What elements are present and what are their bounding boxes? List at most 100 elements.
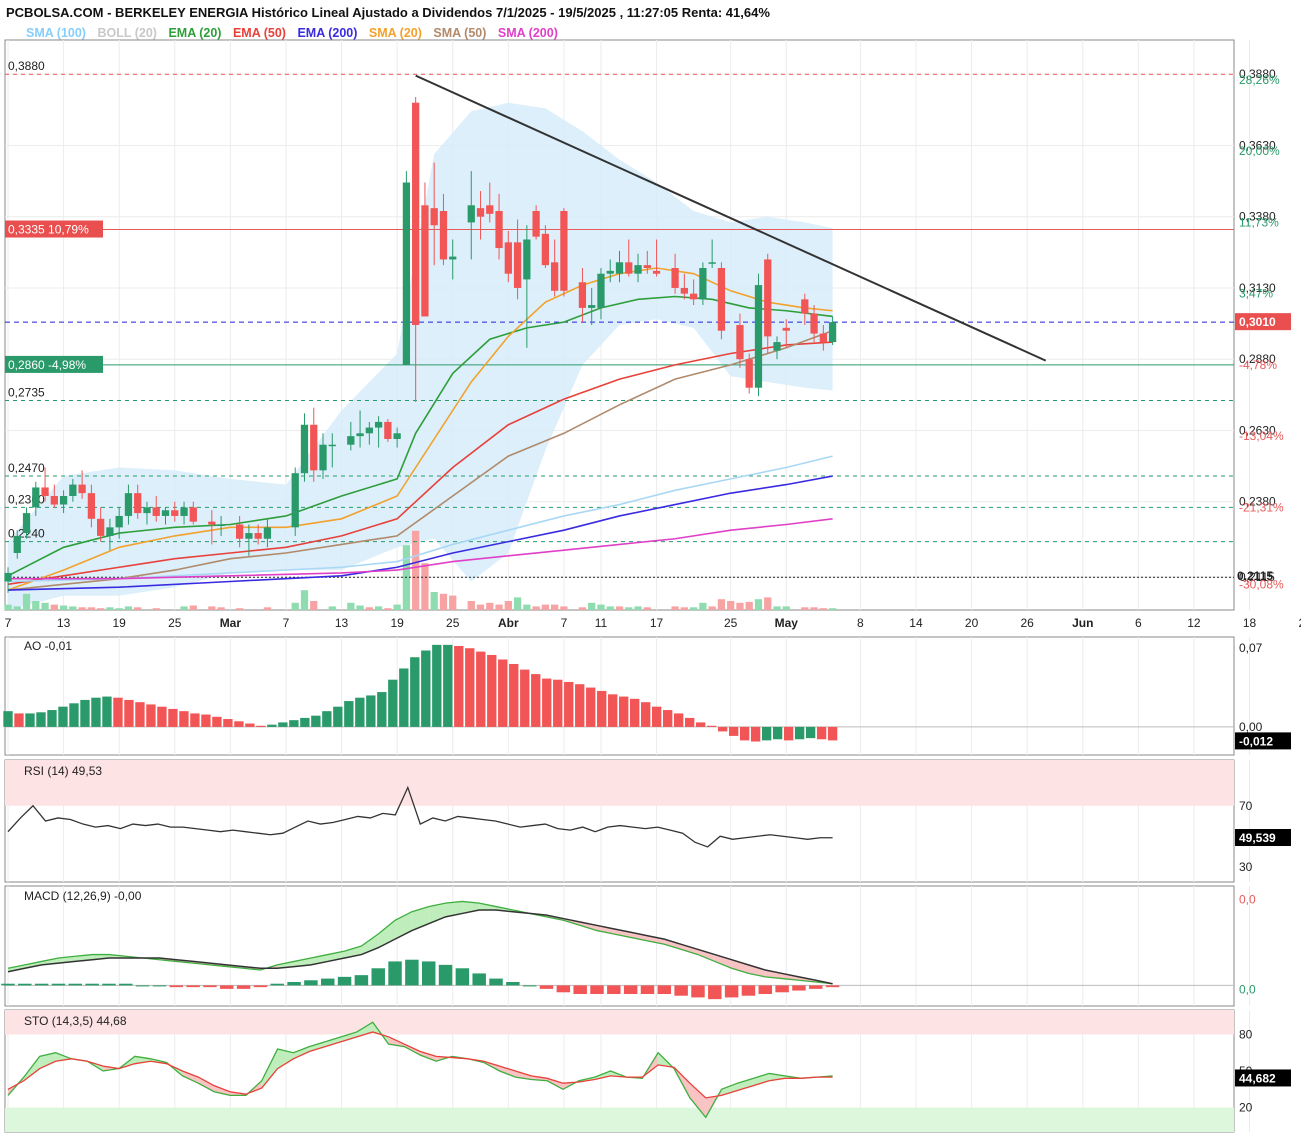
macd-histogram-bar — [354, 975, 369, 986]
candle-up — [588, 305, 596, 308]
chart-root: PCBOLSA.COM - BERKELEY ENERGIA Histórico… — [0, 0, 1301, 1138]
candle-down — [439, 211, 448, 260]
ao-bar — [454, 645, 464, 727]
ao-bar — [652, 706, 662, 727]
candle-down — [680, 287, 688, 294]
macd-histogram-bar — [421, 961, 436, 986]
volume-bar-up — [69, 606, 77, 610]
price-axis-pct-label: 3,47% — [1239, 287, 1273, 301]
macd-histogram-bar — [253, 985, 268, 988]
x-axis-tick-label: Abr — [498, 616, 519, 630]
volume-bar-up — [606, 606, 614, 610]
volume-bar-up — [625, 607, 633, 610]
candle-down — [625, 262, 633, 274]
x-axis-tick-label: 11 — [595, 616, 608, 630]
ao-bar — [531, 674, 541, 727]
volume-bar-up — [588, 602, 596, 610]
volume-bar-down — [134, 607, 142, 610]
macd-histogram-bar — [640, 985, 655, 994]
candle-up — [319, 444, 327, 471]
x-axis-tick-label: 25 — [168, 616, 182, 630]
ao-bar — [201, 714, 211, 727]
volume-bar-down — [217, 607, 225, 610]
candle-down — [745, 359, 753, 388]
x-axis-tick-label: 26 — [1020, 616, 1034, 630]
candle-down — [87, 493, 96, 519]
candle-down — [486, 205, 494, 214]
macd-histogram-bar — [438, 964, 453, 986]
macd-histogram-bar — [220, 985, 234, 989]
sto-axis-label: 20 — [1239, 1101, 1253, 1115]
ao-bar — [619, 696, 629, 727]
ao-bar — [212, 716, 222, 727]
volume-bar-up — [4, 604, 12, 610]
ao-bar — [245, 723, 255, 727]
candle-up — [828, 322, 837, 343]
level-label: 0,3335 10,79% — [8, 223, 89, 237]
candle-up — [106, 527, 114, 536]
ao-bar — [432, 644, 442, 727]
volume-bar-down — [551, 604, 559, 610]
ao-bar — [816, 726, 827, 740]
x-axis-tick-label: 18 — [1243, 616, 1257, 630]
level-label: 0,2360 — [8, 492, 45, 506]
volume-bar-up — [828, 608, 837, 610]
sto-oversold-zone — [5, 1107, 1234, 1132]
macd-histogram-bar — [792, 985, 806, 991]
sto-d-line — [7, 1031, 833, 1099]
ao-axis-label: 0,00 — [1239, 720, 1263, 734]
ao-bar — [223, 719, 233, 727]
candle-down — [384, 421, 392, 439]
candle-down — [736, 325, 744, 360]
macd-histogram-bar — [236, 985, 251, 989]
level-label: 0,2735 — [8, 386, 45, 400]
ao-bar — [91, 697, 101, 727]
ao-bar — [487, 654, 497, 727]
sto-cloud — [309, 1041, 326, 1052]
candle-down — [504, 242, 512, 274]
candle-up — [263, 527, 272, 539]
macd-histogram-bar — [388, 961, 402, 986]
candle-up — [13, 535, 21, 553]
candle-up — [754, 285, 763, 388]
ao-bar — [465, 648, 475, 727]
candle-up — [124, 493, 133, 516]
ao-bar — [498, 659, 508, 727]
volume-bar-down — [708, 606, 716, 610]
ao-bar — [300, 717, 310, 727]
rsi-overbought-zone — [5, 760, 1234, 806]
candle-down — [171, 510, 179, 516]
x-axis-tick-label: 7 — [561, 616, 568, 630]
candle-down — [801, 299, 809, 314]
volume-bar-up — [754, 599, 763, 610]
macd-histogram-bar — [758, 985, 773, 994]
macd-histogram-bar — [607, 985, 621, 994]
candle-down — [254, 533, 262, 539]
ao-bar — [684, 717, 695, 727]
ao-bar — [234, 721, 244, 727]
ao-bar — [761, 726, 772, 741]
candle-down — [764, 259, 772, 337]
level-label: 0,2470 — [8, 461, 45, 475]
candle-up — [356, 433, 364, 437]
candle-up — [393, 433, 401, 439]
macd-histogram-bar — [741, 985, 756, 996]
ao-bar — [399, 668, 409, 727]
candle-up — [180, 507, 188, 516]
ao-bar — [739, 726, 750, 741]
ao-bar — [542, 678, 552, 727]
volume-bar-up — [689, 607, 698, 610]
volume-bar-down — [87, 607, 96, 610]
ao-bar — [124, 699, 134, 727]
ao-bar — [168, 708, 178, 727]
ao-bar — [772, 726, 783, 740]
candle-up — [245, 533, 253, 539]
candle-up — [32, 487, 40, 508]
volume-bar-down — [727, 601, 735, 610]
ao-bar — [278, 722, 288, 727]
ao-bar — [80, 699, 90, 727]
macd-histogram-bar — [85, 983, 99, 986]
ao-bar — [608, 694, 618, 727]
macd-histogram-bar — [775, 985, 789, 993]
macd-histogram-bar — [18, 983, 32, 986]
